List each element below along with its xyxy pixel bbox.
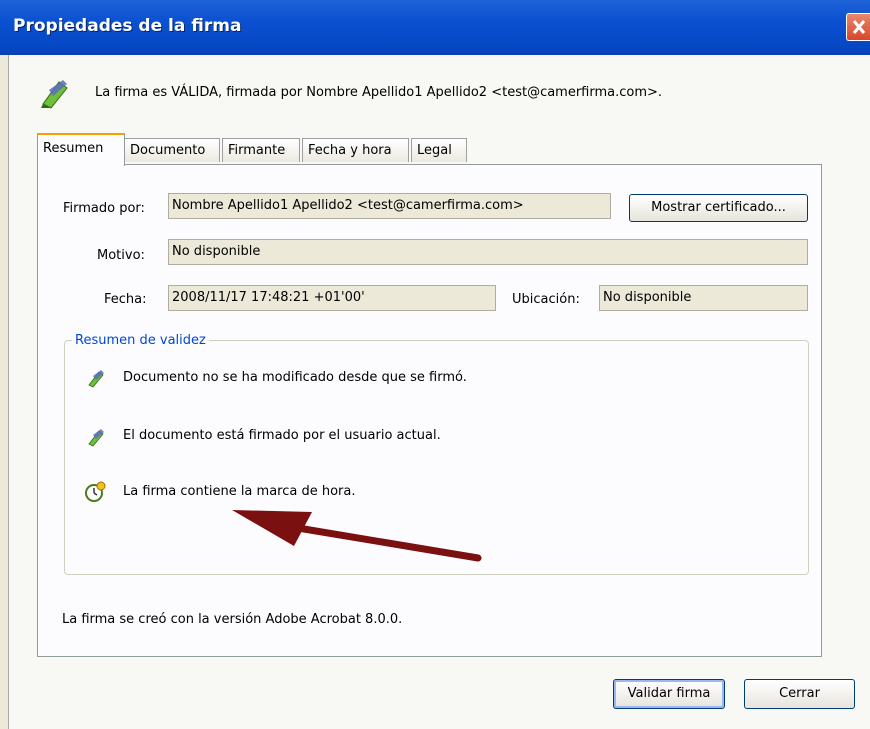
tab-firmante[interactable]: Firmante <box>222 138 300 162</box>
version-note: La firma se creó con la versión Adobe Ac… <box>62 612 403 627</box>
validity-item: El documento está firmado por el usuario… <box>123 428 441 443</box>
window-title: Propiedades de la firma <box>13 16 242 36</box>
validity-summary-title: Resumen de validez <box>72 333 209 348</box>
tab-legal[interactable]: Legal <box>411 138 467 162</box>
location-field: No disponible <box>599 285 808 311</box>
validity-item: La firma contiene la marca de hora. <box>123 484 356 499</box>
validity-message: La firma es VÁLIDA, firmada por Nombre A… <box>95 85 663 100</box>
signature-valid-icon <box>41 80 68 109</box>
validity-item: Documento no se ha modificado desde que … <box>123 370 467 385</box>
location-label: Ubicación: <box>512 292 580 307</box>
show-certificate-button[interactable]: Mostrar certificado... <box>629 194 808 222</box>
pen-icon <box>88 429 104 447</box>
close-button[interactable]: Cerrar <box>744 679 855 709</box>
clock-icon <box>85 481 106 502</box>
date-field: 2008/11/17 17:48:21 +01'00' <box>168 285 496 311</box>
date-label: Fecha: <box>104 292 147 307</box>
tab-documento[interactable]: Documento <box>124 138 220 162</box>
close-window-button[interactable] <box>846 13 870 41</box>
signed-by-field: Nombre Apellido1 Apellido2 <test@camerfi… <box>168 193 611 219</box>
title-bar: Propiedades de la firma <box>0 0 870 55</box>
reason-label: Motivo: <box>97 248 145 263</box>
validate-signature-button[interactable]: Validar firma <box>613 679 725 709</box>
reason-field: No disponible <box>168 239 808 265</box>
close-icon <box>852 20 866 34</box>
tab-fecha-y-hora[interactable]: Fecha y hora <box>302 138 409 162</box>
annotation-arrow <box>232 510 482 562</box>
signed-by-label: Firmado por: <box>63 201 145 216</box>
tab-resumen[interactable]: Resumen <box>37 133 125 166</box>
pen-icon <box>88 370 104 388</box>
